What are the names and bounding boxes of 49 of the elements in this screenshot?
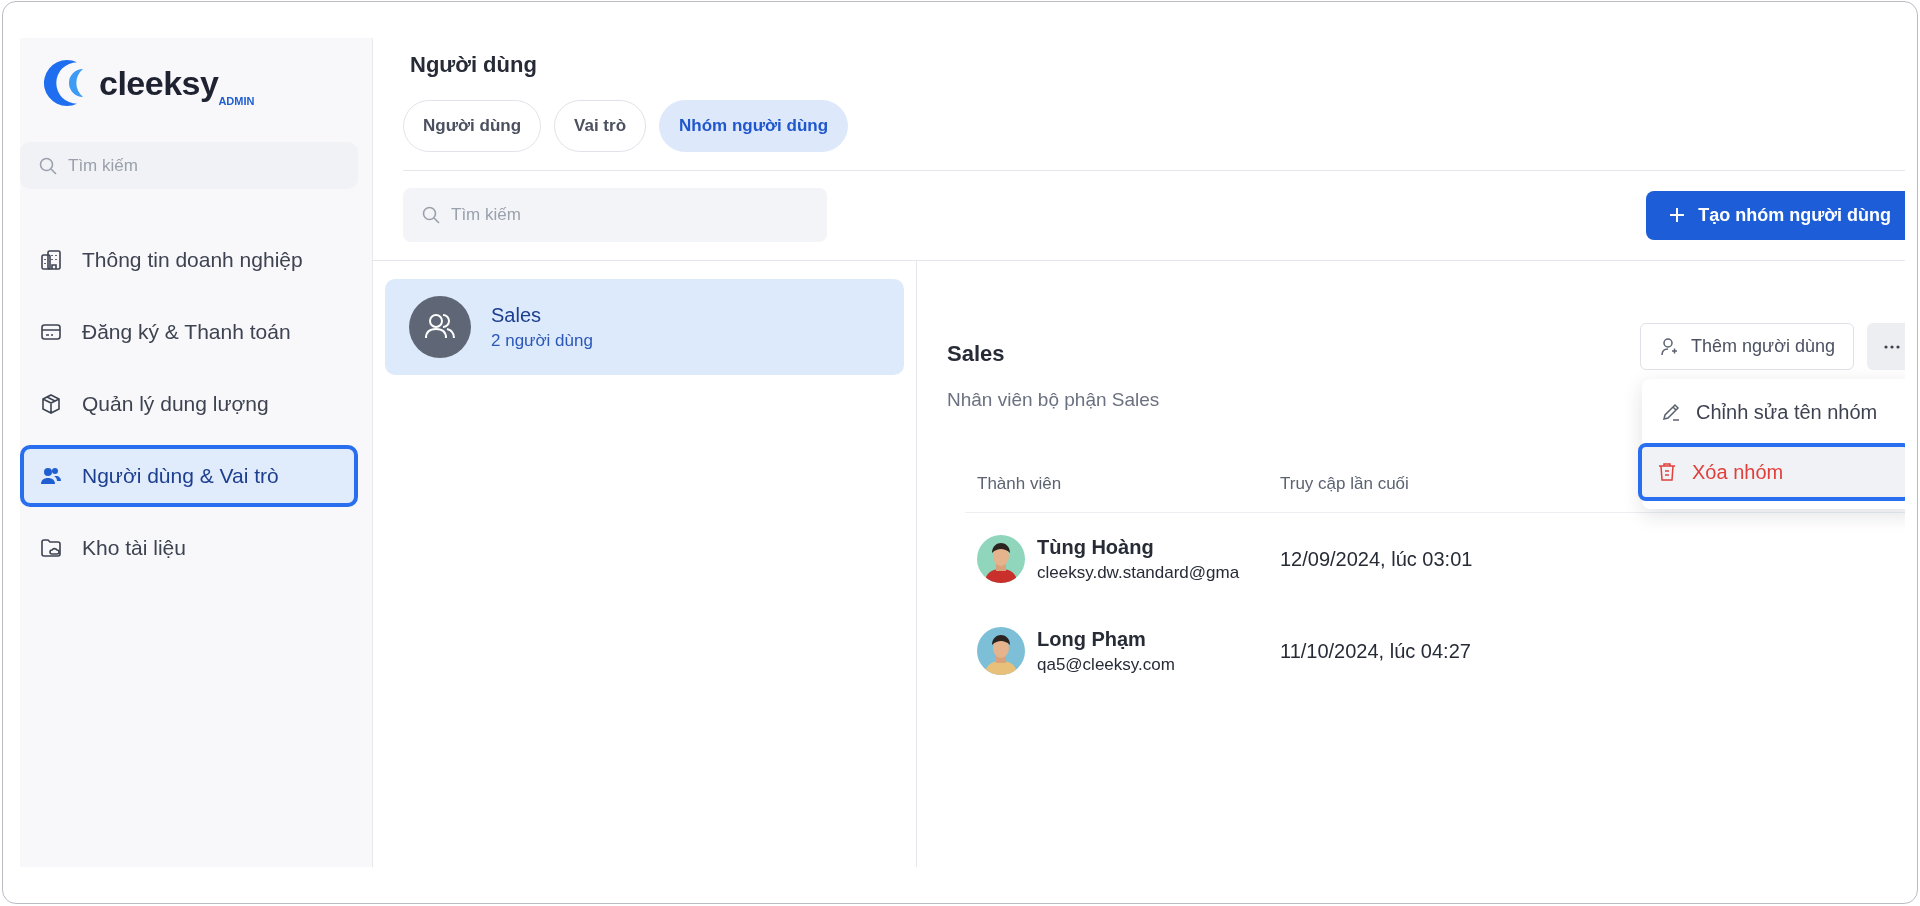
plus-icon	[1668, 206, 1687, 224]
search-field[interactable]: Tìm kiếm	[20, 142, 358, 189]
pencil-icon	[1660, 401, 1682, 423]
building-icon	[40, 249, 62, 271]
card-icon	[40, 321, 62, 343]
menu-item[interactable]: Chỉnh sửa tên nhóm	[1642, 383, 1905, 441]
tab[interactable]: Vai trò	[554, 100, 646, 152]
logo-text: cleeksy	[99, 63, 219, 103]
add-user-button[interactable]: Thêm người dùng	[1640, 323, 1854, 370]
group-title: Sales	[947, 341, 1006, 367]
admin-label: ADMIN	[218, 95, 255, 107]
nav-label: Kho tài liệu	[82, 536, 186, 560]
column-header: Truy cập lần cuối	[1279, 474, 1409, 494]
member-email: qa5@cleeksy.com	[1037, 654, 1175, 675]
folder-icon	[40, 537, 62, 559]
sidebar-item[interactable]: Đăng ký & Thanh toán	[20, 301, 358, 363]
nav-label: Thông tin doanh nghiệp	[82, 248, 303, 272]
cube-icon	[40, 393, 62, 415]
group-avatar-icon	[409, 296, 471, 358]
page-title: Người dùng	[409, 52, 538, 78]
sidebar-item[interactable]: Người dùng & Vai trò	[20, 445, 358, 507]
member-name: Long Phạm	[1037, 627, 1147, 651]
trash-icon	[1656, 461, 1678, 483]
group-name: Sales	[491, 303, 543, 327]
sidebar-item[interactable]: Quản lý dung lượng	[20, 373, 358, 435]
sidebar-item[interactable]: Thông tin doanh nghiệp	[20, 229, 358, 291]
menu-item[interactable]: Xóa nhóm	[1638, 443, 1905, 501]
nav-label: Đăng ký & Thanh toán	[82, 320, 291, 344]
member-name: Tùng Hoàng	[1037, 535, 1155, 559]
tab[interactable]: Người dùng	[403, 100, 542, 152]
users-icon	[40, 465, 62, 487]
add-user-icon	[1659, 336, 1680, 357]
tab[interactable]: Nhóm người dùng	[659, 100, 849, 152]
column-header: Thành viên	[976, 474, 1063, 494]
search-field[interactable]: Tìm kiếm	[403, 188, 827, 242]
table-cell-text: 11/10/2024, lúc 04:27	[1279, 639, 1471, 663]
table-cell-text: 12/09/2024, lúc 03:01	[1279, 547, 1473, 571]
group-item[interactable]: Sales 2 người dùng	[385, 279, 904, 375]
group-description: Nhân viên bộ phận Sales	[947, 389, 1160, 411]
sidebar-item[interactable]: Kho tài liệu	[20, 517, 358, 579]
more-icon	[1884, 344, 1900, 349]
nav-label: Người dùng & Vai trò	[82, 464, 279, 488]
nav-label: Quản lý dung lượng	[82, 392, 269, 416]
more-button[interactable]	[1867, 323, 1905, 370]
create-group-button[interactable]: Tạo nhóm người dùng	[1646, 190, 1905, 240]
member-count: 2 người dùng	[491, 330, 593, 351]
menu-label: Xóa nhóm	[1692, 460, 1784, 484]
menu-label: Chỉnh sửa tên nhóm	[1696, 400, 1878, 424]
member-email: cleeksy.dw.standard@gma	[1037, 562, 1240, 583]
